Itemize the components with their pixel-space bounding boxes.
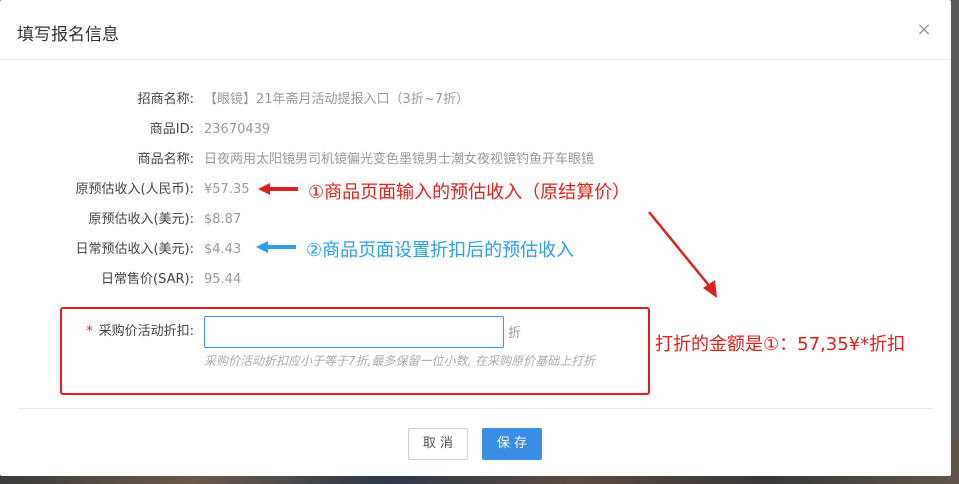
field-label: 原预估收入(人民币): (75, 182, 194, 197)
discount-input[interactable] (204, 316, 504, 348)
arrow-diagonal-icon (648, 211, 717, 298)
footer-divider (18, 408, 933, 409)
discount-label: * 采购价活动折扣: (0, 322, 194, 342)
field-value: 23670439 (204, 122, 271, 137)
required-mark: * (86, 324, 93, 339)
registration-dialog: 填写报名信息 × 招商名称: 【眼镜】21年斋月活动提报入口（3折~7折） 商品… (0, 0, 951, 476)
field-label: 招商名称: (137, 92, 194, 107)
close-icon[interactable]: × (910, 16, 938, 44)
arrow-left-icon (256, 241, 296, 253)
annotation-discount-formula: 打折的金额是①：57,35¥*折扣 (655, 334, 906, 355)
dialog-header: 填写报名信息 × (0, 0, 951, 60)
dialog-title: 填写报名信息 (17, 25, 119, 45)
field-label: 商品ID: (149, 122, 194, 137)
field-value: 95.44 (204, 272, 242, 287)
field-value: 日夜两用太阳镜男司机镜偏光变色墨镜男士潮女夜视镜钓鱼开车眼镜 (204, 152, 595, 167)
field-value: 【眼镜】21年斋月活动提报入口（3折~7折） (204, 92, 469, 107)
annotation-discounted-income: ②商品页面设置折扣后的预估收入 (306, 240, 575, 261)
field-value: ¥57.35 (204, 182, 250, 197)
discount-label-text: 采购价活动折扣: (98, 324, 194, 339)
arrow-left-icon (258, 183, 298, 195)
field-label: 原预估收入(美元): (88, 212, 194, 227)
field-label: 日常预估收入(美元): (75, 242, 194, 257)
save-button[interactable]: 保 存 (482, 428, 542, 460)
annotation-original-income: ①商品页面输入的预估收入（原结算价） (308, 182, 631, 203)
cancel-button[interactable]: 取 消 (408, 428, 468, 460)
field-value: $8.87 (204, 212, 242, 227)
discount-unit: 折 (508, 326, 522, 341)
field-label: 日常售价(SAR): (101, 272, 194, 287)
field-label: 商品名称: (137, 152, 194, 167)
field-value: $4.43 (204, 242, 242, 257)
discount-hint: 采购价活动折扣应小于等于7折,最多保留一位小数, 在采购原价基础上打折 (204, 354, 596, 368)
